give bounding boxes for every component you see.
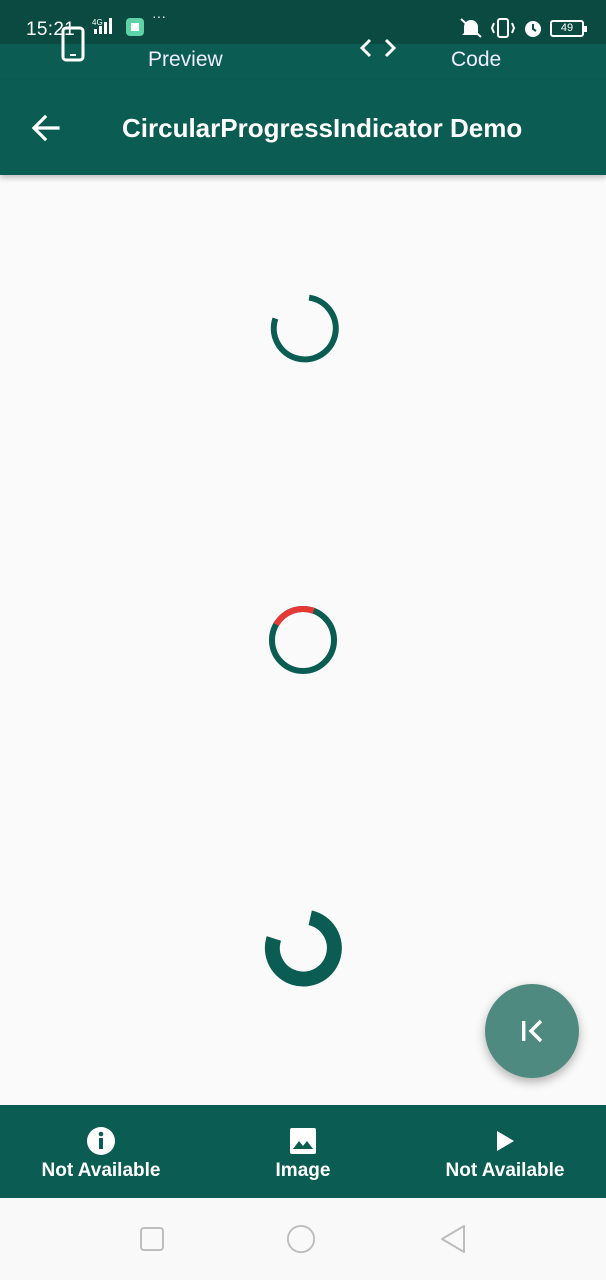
home-button[interactable] bbox=[286, 1224, 316, 1254]
battery-icon: 49 bbox=[550, 19, 587, 37]
code-icon bbox=[359, 38, 397, 58]
preview-tab[interactable]: Preview bbox=[60, 26, 260, 80]
system-navigation-bar bbox=[0, 1198, 606, 1280]
code-label: Code bbox=[451, 48, 502, 71]
square-icon bbox=[140, 1227, 164, 1251]
back-nav-button[interactable] bbox=[438, 1224, 468, 1254]
page-title: CircularProgressIndicator Demo bbox=[122, 113, 523, 143]
circle-icon bbox=[286, 1224, 316, 1254]
svg-text:4G: 4G bbox=[92, 18, 103, 27]
nav-label: Not Available bbox=[445, 1159, 565, 1181]
code-tab[interactable]: Code bbox=[356, 38, 556, 80]
nav-item-info[interactable]: Not Available bbox=[0, 1105, 202, 1198]
nav-label: Image bbox=[275, 1159, 331, 1181]
vibrate-icon bbox=[490, 18, 516, 38]
back-button[interactable] bbox=[26, 110, 66, 146]
mute-icon bbox=[460, 18, 482, 38]
image-icon bbox=[289, 1126, 317, 1156]
alarm-icon bbox=[525, 21, 541, 37]
status-left-icons: 4G ··· bbox=[90, 8, 170, 41]
arrow-back-icon bbox=[31, 114, 60, 142]
preview-label: Preview bbox=[148, 48, 223, 71]
preview-code-bar: Preview Code bbox=[0, 26, 606, 80]
app-bar: CircularProgressIndicator Demo bbox=[0, 80, 606, 175]
circular-progress-indicator-1 bbox=[270, 294, 339, 363]
play-icon bbox=[493, 1126, 517, 1156]
bottom-navigation: Not Available Image Not Available bbox=[0, 1105, 606, 1198]
first-page-fab[interactable] bbox=[485, 984, 579, 1078]
triangle-back-icon bbox=[441, 1225, 465, 1253]
recent-apps-button[interactable] bbox=[137, 1224, 167, 1254]
info-icon bbox=[86, 1126, 116, 1156]
nav-item-image[interactable]: Image bbox=[202, 1105, 404, 1198]
circular-progress-indicator-3 bbox=[264, 910, 342, 987]
phone-icon bbox=[61, 26, 85, 62]
status-right-icons: 49 bbox=[458, 17, 587, 39]
status-bar: 15:21 4G ··· 49 bbox=[0, 0, 606, 44]
nav-label: Not Available bbox=[41, 1159, 161, 1181]
status-more: ··· bbox=[152, 8, 166, 24]
first-page-icon bbox=[522, 1019, 543, 1043]
nav-item-play[interactable]: Not Available bbox=[404, 1105, 606, 1198]
circular-progress-indicator-2 bbox=[269, 606, 337, 674]
